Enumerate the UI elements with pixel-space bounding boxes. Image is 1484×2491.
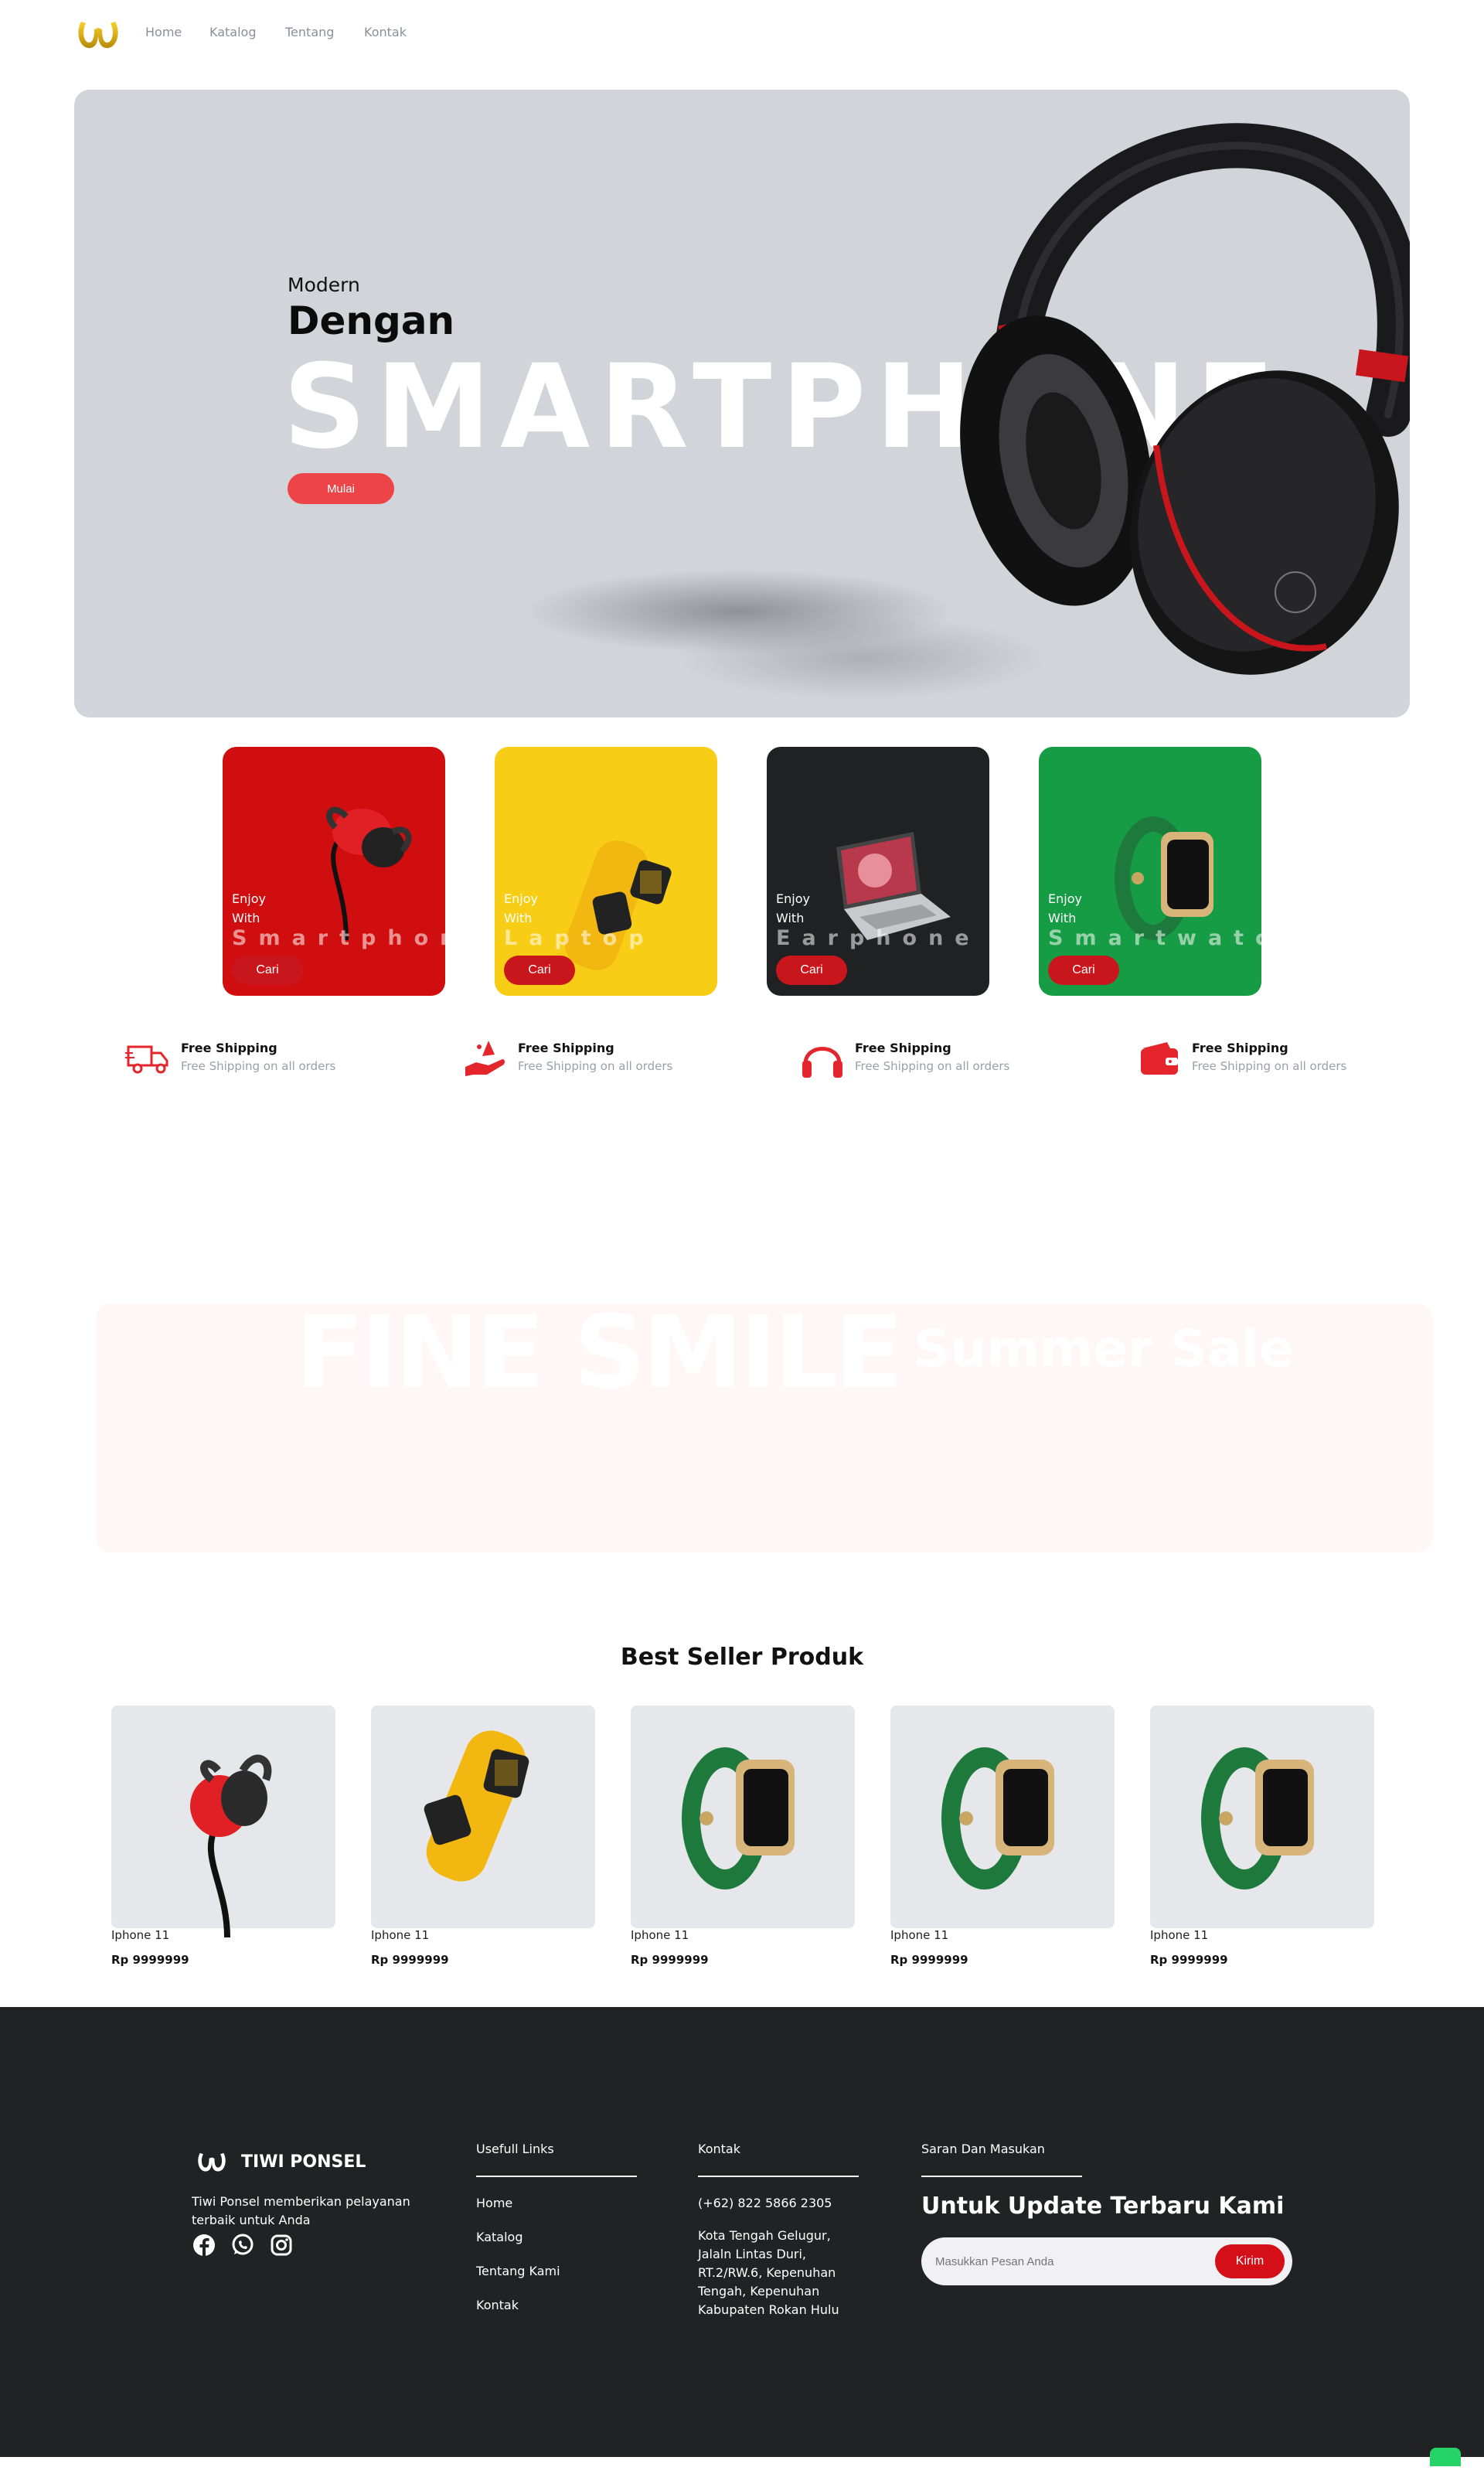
banner-left-text: FINE SMILE xyxy=(295,1303,904,1411)
product-image[interactable] xyxy=(890,1706,1115,1928)
footer-contact-heading: Kontak xyxy=(698,2142,740,2156)
subscribe-form: Kirim xyxy=(921,2237,1292,2285)
category-card-smartphone[interactable]: EnjoyWith Smartphone Cari xyxy=(223,747,445,996)
hero-line2: Dengan xyxy=(288,298,455,343)
category-cards: EnjoyWith Smartphone Cari EnjoyWith Lapt… xyxy=(0,747,1484,996)
kirim-button[interactable]: Kirim xyxy=(1215,2244,1285,2278)
hero-line1: Modern xyxy=(288,274,360,296)
feature-item: Free Shipping Free Shipping on all order… xyxy=(462,1036,756,1082)
product-image[interactable] xyxy=(111,1706,335,1937)
product-name: Iphone 11 xyxy=(890,1928,949,1942)
footer-brand: TIWI PONSEL xyxy=(241,2152,366,2172)
product-name: Iphone 11 xyxy=(1150,1928,1209,1942)
footer-feedback-heading: Saran Dan Masukan xyxy=(921,2142,1045,2156)
top-navbar: Home Katalog Tentang Kontak xyxy=(0,0,1484,66)
smartwatch-yellow-icon xyxy=(424,1730,529,1882)
card-enjoy-text: Enjoy With xyxy=(232,891,266,925)
footer-logo-icon xyxy=(198,2152,226,2172)
footer-link-kontak[interactable]: Kontak xyxy=(476,2298,519,2312)
footer-description: Tiwi Ponsel memberikan pelayanan terbaik… xyxy=(192,2194,410,2227)
wallet-icon xyxy=(1141,1042,1178,1075)
product-price: Rp 9999999 xyxy=(111,1953,189,1967)
product-image[interactable] xyxy=(1150,1706,1374,1928)
promo-banner: FINE SMILE Summer Sale xyxy=(96,1303,1433,1552)
feature-subtitle: Free Shipping on all orders xyxy=(855,1059,1010,1073)
footer-address: Kota Tengah Gelugur, Jalaln Lintas Duri,… xyxy=(698,2228,839,2317)
feature-subtitle: Free Shipping on all orders xyxy=(181,1059,336,1073)
card-category-label: Smartwatch xyxy=(1048,926,1261,950)
feature-item: Free Shipping Free Shipping on all order… xyxy=(125,1036,419,1082)
nav-tentang-link[interactable]: Tentang xyxy=(285,25,334,39)
product-image[interactable] xyxy=(631,1706,855,1928)
footer-phone: (+62) 822 5866 2305 xyxy=(698,2196,832,2210)
feature-subtitle: Free Shipping on all orders xyxy=(1192,1059,1347,1073)
laptop-icon xyxy=(836,832,951,940)
hero-banner: Modern Dengan SMARTPHONE Mulai xyxy=(74,90,1410,717)
category-card-laptop[interactable]: Enjoy With Laptop Cari xyxy=(495,747,717,996)
nav-kontak-link[interactable]: Kontak xyxy=(364,25,407,39)
nav-home-link[interactable]: Home xyxy=(145,25,182,39)
best-seller-title: Best Seller Produk xyxy=(620,1644,864,1671)
product-price: Rp 9999999 xyxy=(371,1953,449,1967)
nav-katalog-link[interactable]: Katalog xyxy=(209,25,256,39)
facebook-icon[interactable] xyxy=(192,2233,216,2258)
product-price: Rp 9999999 xyxy=(890,1953,968,1967)
instagram-icon[interactable] xyxy=(269,2233,294,2258)
whatsapp-icon[interactable] xyxy=(230,2233,255,2258)
feature-item: Free Shipping Free Shipping on all order… xyxy=(1136,1036,1430,1082)
feature-item: Free Shipping Free Shipping on all order… xyxy=(799,1036,1093,1082)
smartwatch-green-icon xyxy=(682,1747,795,1890)
category-card-earphone[interactable]: Enjoy With Earphone Cari xyxy=(767,747,989,996)
headphones-product-icon xyxy=(960,123,1410,675)
product-price: Rp 9999999 xyxy=(631,1953,709,1967)
smartwatch-green-icon xyxy=(941,1747,1054,1890)
card-cari-button[interactable]: Cari xyxy=(504,956,575,985)
card-enjoy-text: Enjoy With xyxy=(776,891,810,925)
feature-title: Free Shipping xyxy=(855,1041,951,1055)
card-category-label: Earphone xyxy=(776,926,981,950)
headphones-icon xyxy=(802,1047,842,1078)
product-name: Iphone 11 xyxy=(111,1928,170,1942)
features-row: Free Shipping Free Shipping on all order… xyxy=(0,1036,1484,1082)
whatsapp-float-button[interactable] xyxy=(1430,2448,1461,2466)
product-price: Rp 9999999 xyxy=(1150,1953,1228,1967)
earphone-icon xyxy=(326,806,412,940)
banner-right-text: Summer Sale xyxy=(914,1319,1294,1378)
earphone-icon xyxy=(190,1754,272,1937)
smartwatch-green-icon xyxy=(1201,1747,1314,1890)
logo-icon[interactable] xyxy=(75,14,121,54)
category-card-smartwatch[interactable]: EnjoyWith Smartwatch Cari xyxy=(1039,747,1261,996)
footer-link-katalog[interactable]: Katalog xyxy=(476,2230,522,2244)
footer-divider xyxy=(698,2176,859,2177)
card-enjoy-text: Enjoy With xyxy=(1048,891,1082,925)
feature-title: Free Shipping xyxy=(518,1041,614,1055)
card-cari-button[interactable]: Cari xyxy=(1048,956,1119,985)
feature-title: Free Shipping xyxy=(181,1041,277,1055)
card-cari-button[interactable]: Cari xyxy=(776,956,847,985)
card-cari-button[interactable]: Cari xyxy=(232,956,303,985)
product-image[interactable] xyxy=(371,1706,595,1928)
feature-title: Free Shipping xyxy=(1192,1041,1288,1055)
hero-mulai-button[interactable]: Mulai xyxy=(288,473,394,504)
card-enjoy-text: Enjoy With xyxy=(504,891,538,925)
footer-update-title: Untuk Update Terbaru Kami xyxy=(921,2193,1285,2220)
footer-link-home[interactable]: Home xyxy=(476,2196,512,2210)
feature-subtitle: Free Shipping on all orders xyxy=(518,1059,673,1073)
truck-icon xyxy=(125,1045,168,1074)
message-input[interactable] xyxy=(935,2247,1190,2276)
footer-link-tentang[interactable]: Tentang Kami xyxy=(476,2264,560,2278)
footer-divider xyxy=(921,2176,1082,2177)
card-category-label: Smartphone xyxy=(232,926,445,950)
footer-divider xyxy=(476,2176,637,2177)
hand-gift-icon xyxy=(465,1041,505,1076)
footer: TIWI PONSEL Tiwi Ponsel memberikan pelay… xyxy=(0,2007,1484,2457)
footer-links-heading: Usefull Links xyxy=(476,2142,554,2156)
card-category-label: Laptop xyxy=(504,926,655,950)
product-name: Iphone 11 xyxy=(631,1928,689,1942)
product-name: Iphone 11 xyxy=(371,1928,430,1942)
